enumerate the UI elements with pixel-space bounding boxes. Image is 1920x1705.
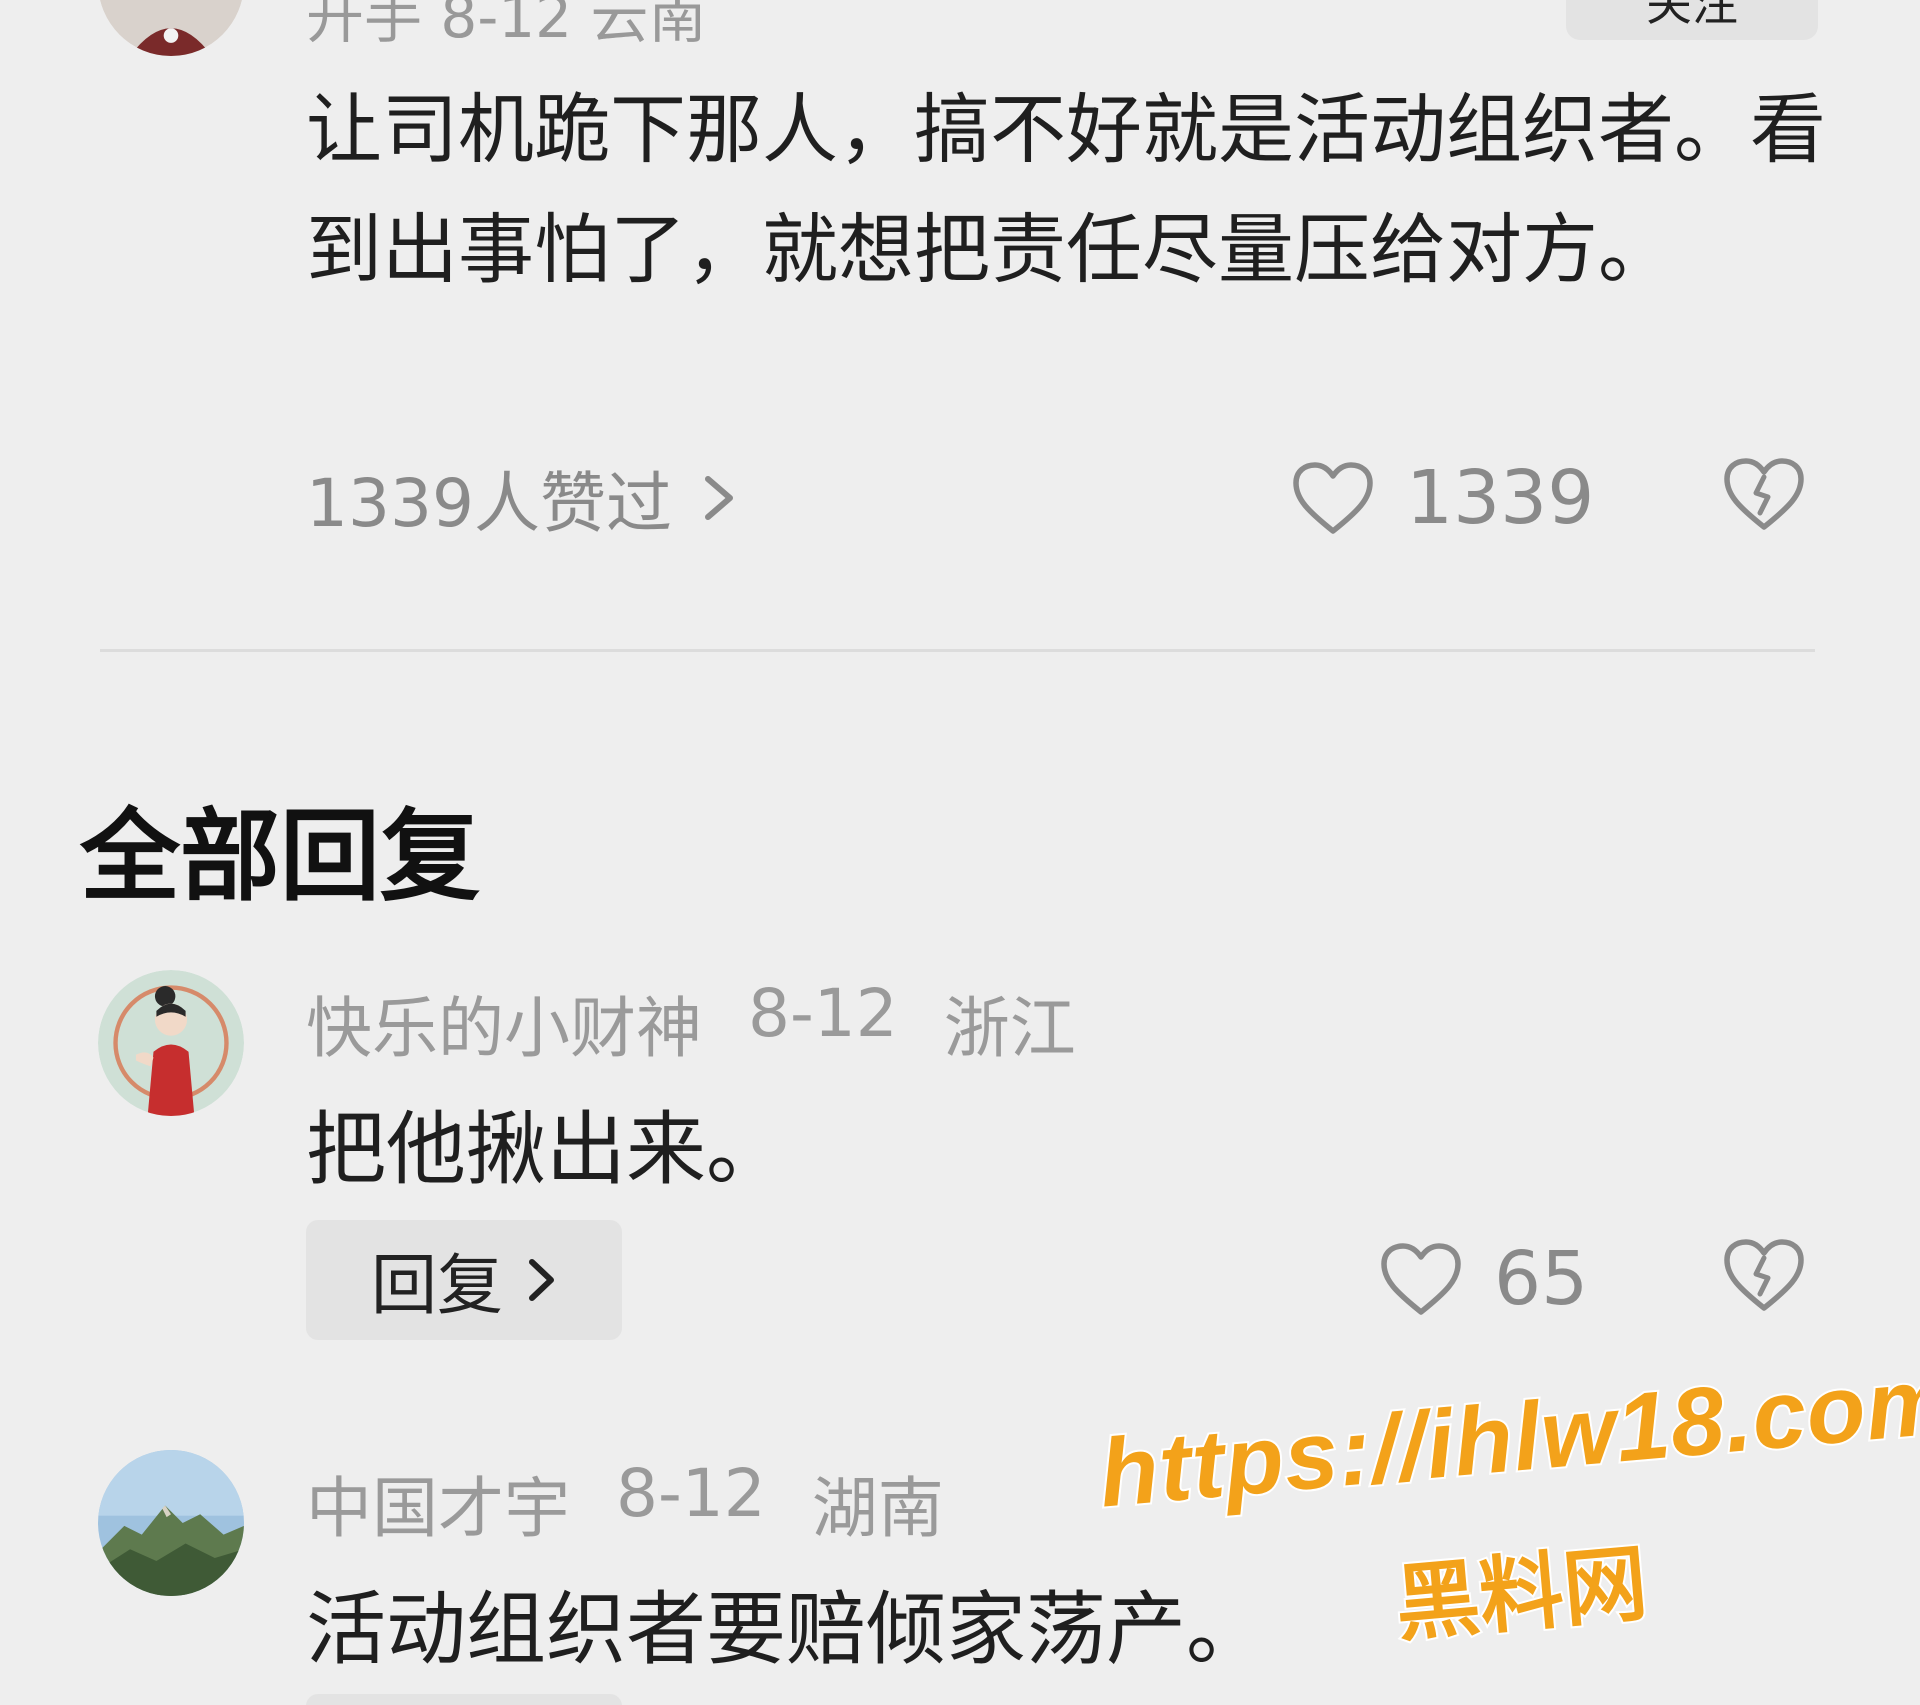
heart-outline-icon <box>1381 1243 1461 1315</box>
chevron-right-icon <box>704 476 733 520</box>
reply-1-location: 浙江 <box>943 990 1076 1067</box>
broken-heart-icon <box>1724 458 1804 530</box>
reply-button-label: 回复 <box>371 1247 503 1324</box>
reply-1-date: 8-12 <box>748 975 898 1052</box>
like-count-top: 1339 <box>1406 455 1595 541</box>
top-comment-meta: 开手 8-12 云南 <box>306 0 707 51</box>
reply-1-username[interactable]: 快乐的小财神 <box>306 975 702 1071</box>
avatar-image <box>100 0 242 56</box>
avatar-reply-2[interactable] <box>98 1450 244 1596</box>
reply-2-location: 湖南 <box>811 1470 944 1547</box>
avatar-top-commenter[interactable] <box>98 0 244 56</box>
dislike-button-top[interactable] <box>1722 455 1806 533</box>
reply-2-reply-button[interactable] <box>306 1694 622 1705</box>
watermark-url: https://ihlw18.com <box>1093 1344 1920 1529</box>
avatar-image <box>98 970 244 1116</box>
watermark-site-name: 黑料网 <box>1390 1532 1654 1656</box>
all-replies-title: 全部回复 <box>80 798 480 915</box>
reply-1-text: 把他揪出来。 <box>306 1103 786 1196</box>
avatar-reply-1[interactable] <box>98 970 244 1116</box>
chevron-right-icon <box>529 1259 554 1301</box>
comment-detail-page: 开手 8-12 云南 关注 让司机跪下那人，搞不好就是活动组织者。看到出事怕了，… <box>0 0 1920 1705</box>
reply-1-meta: 快乐的小财神 8-12 浙江 <box>306 975 1076 1071</box>
like-button-top[interactable]: 1339 <box>1290 455 1594 541</box>
like-count-reply-1: 65 <box>1494 1236 1589 1322</box>
broken-heart-icon <box>1724 1239 1804 1311</box>
avatar-image <box>98 1450 244 1596</box>
likers-label: 1339人赞过 <box>306 465 672 542</box>
likers-link[interactable]: 1339人赞过 <box>306 450 736 546</box>
reply-2-username[interactable]: 中国才宇 <box>306 1455 570 1551</box>
reply-2-meta: 中国才宇 8-12 湖南 <box>306 1455 944 1551</box>
top-comment-text: 让司机跪下那人，搞不好就是活动组织者。看到出事怕了，就想把责任尽量压给对方。 <box>306 85 1826 294</box>
reply-2-date: 8-12 <box>616 1455 766 1532</box>
follow-button[interactable]: 关注 <box>1566 0 1818 40</box>
heart-outline-icon <box>1293 462 1373 534</box>
reply-1-reply-button[interactable]: 回复 <box>306 1220 622 1340</box>
section-divider <box>100 649 1815 652</box>
like-button-reply-1[interactable]: 65 <box>1378 1236 1588 1322</box>
dislike-button-reply-1[interactable] <box>1722 1236 1806 1314</box>
reply-2-text: 活动组织者要赔倾家荡产。 <box>306 1583 1266 1676</box>
